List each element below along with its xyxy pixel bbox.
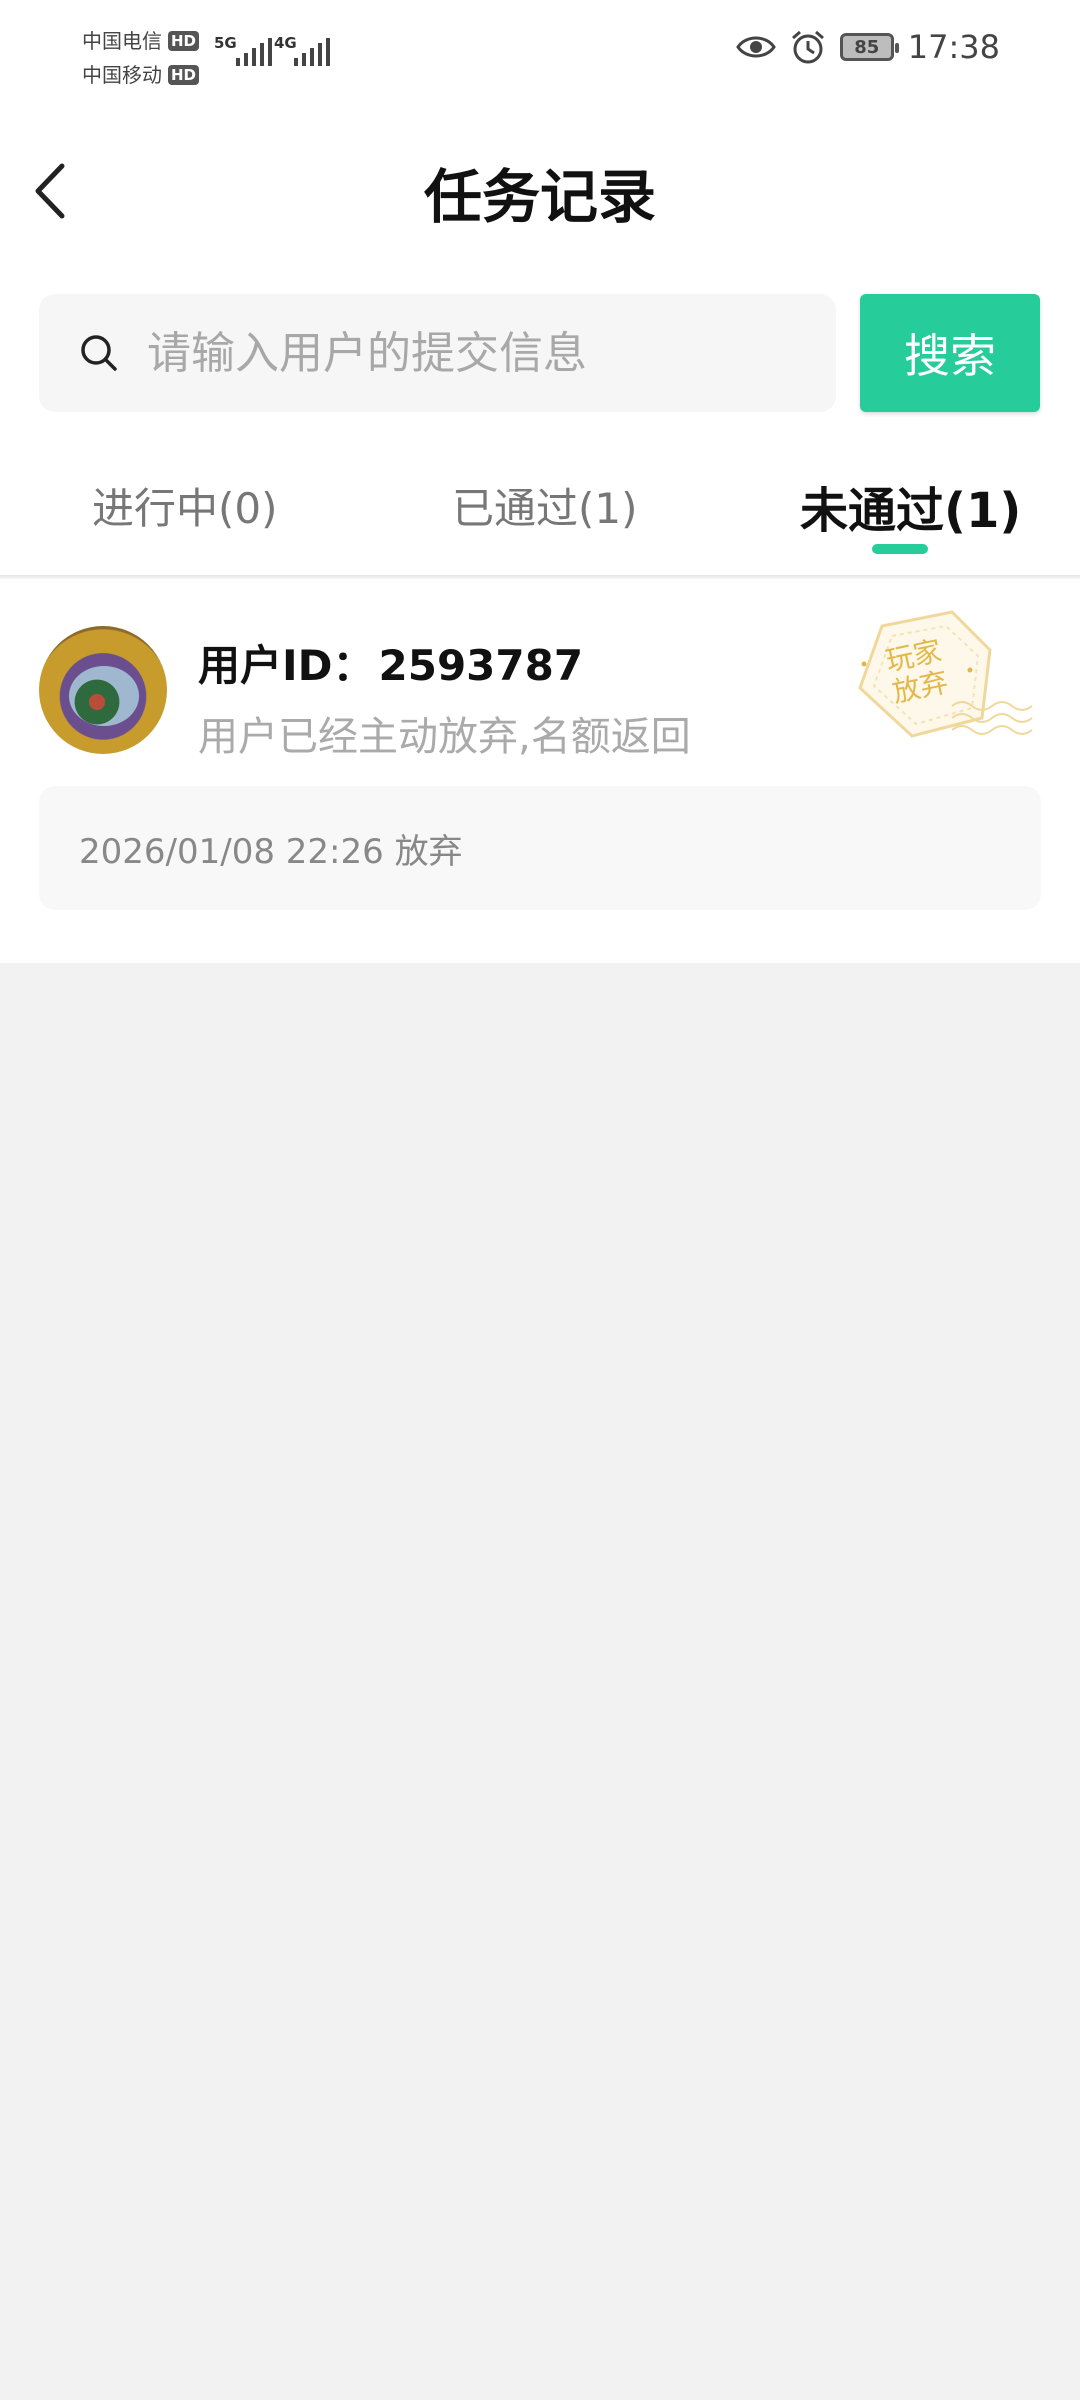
hd-badge: HD: [168, 31, 200, 51]
carrier-1-name: 中国电信: [82, 29, 162, 53]
record-time: 2026/01/08 22:26 放弃: [79, 831, 463, 872]
hd-badge: HD: [168, 65, 200, 85]
eye-icon: [735, 36, 776, 58]
record-time-box: 2026/01/08 22:26 放弃: [39, 786, 1041, 910]
search-icon: [81, 335, 117, 371]
alarm-icon: [791, 30, 824, 64]
tab-passed[interactable]: 已通过(1): [452, 475, 638, 536]
battery-icon: 85: [839, 33, 899, 61]
signal-icon: [294, 38, 330, 66]
search-box[interactable]: [39, 294, 836, 412]
user-id-label: 用户ID：: [198, 641, 375, 690]
avatar: [39, 626, 167, 754]
status-bar: 中国电信 HD 中国移动 HD 5G 4G 85 17:38: [0, 0, 1080, 110]
clock: 17:38: [907, 28, 1000, 66]
tab-in-progress[interactable]: 进行中(0): [92, 475, 278, 536]
tab-failed[interactable]: 未通过(1): [800, 471, 1021, 541]
signal-icon: [236, 38, 272, 66]
search-input[interactable]: [145, 326, 836, 380]
carrier-2-name: 中国移动: [82, 63, 162, 87]
battery-level: 85: [854, 36, 880, 58]
carrier-info: 中国电信 HD 中国移动 HD: [82, 24, 200, 92]
user-id: 用户ID：2593787: [198, 632, 583, 693]
user-id-value: 2593787: [378, 641, 584, 690]
active-tab-indicator: [872, 544, 928, 554]
search-button[interactable]: 搜索: [860, 294, 1040, 412]
page-title: 任务记录: [423, 163, 656, 231]
tab-bar: 进行中(0) 已通过(1) 未通过(1): [0, 455, 1080, 575]
record-status-text: 用户已经主动放弃,名额返回: [198, 714, 691, 760]
tab-divider: [0, 575, 1080, 579]
network-type-1: 5G: [214, 34, 237, 52]
